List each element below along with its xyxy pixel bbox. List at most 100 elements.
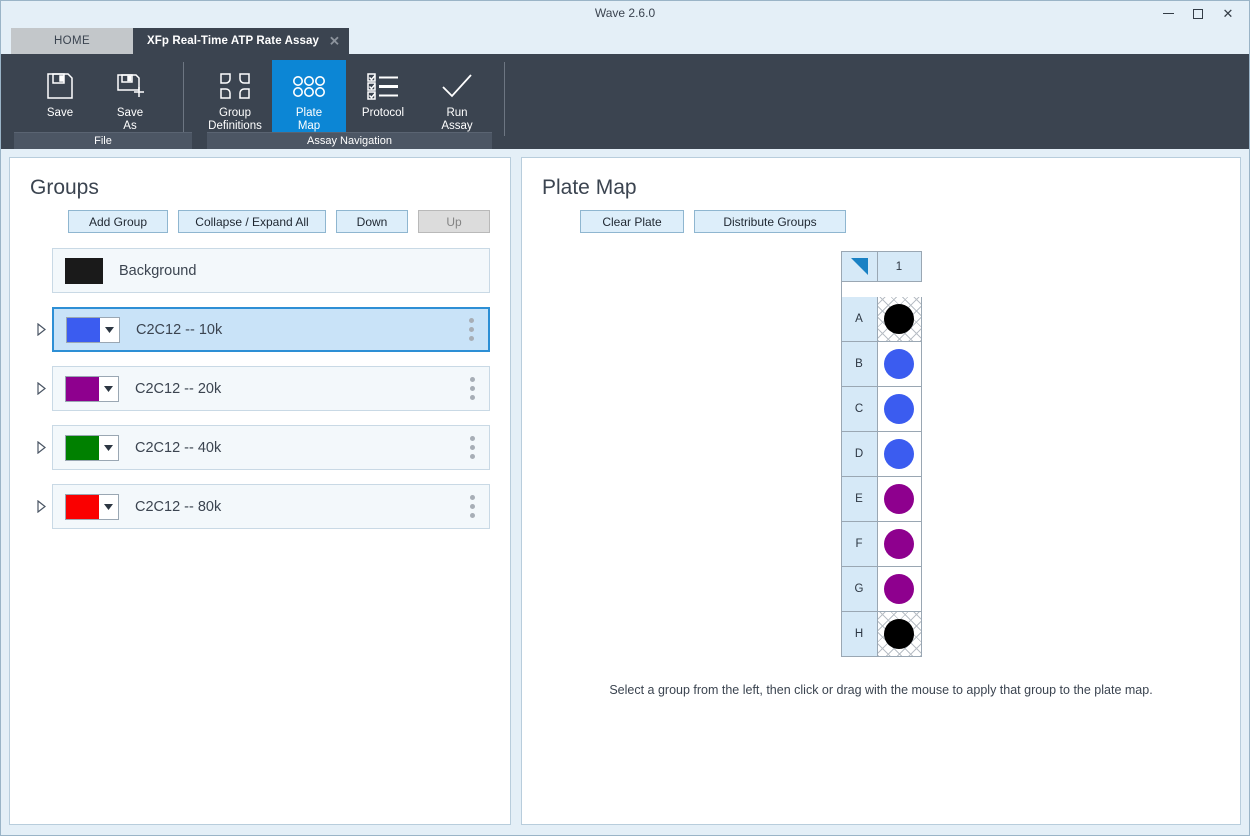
tab-close-icon[interactable]: ✕	[329, 35, 340, 48]
plate-well[interactable]	[878, 342, 922, 387]
group-row-c2c12-10k[interactable]: C2C12 -- 10k	[52, 307, 490, 352]
well-dot	[884, 484, 914, 514]
protocol-icon	[366, 67, 400, 105]
list-item[interactable]: C2C12 -- 40k	[30, 425, 490, 470]
ribbon-button-group-definitions-label: GroupDefinitions	[208, 107, 262, 133]
group-color-swatch	[66, 436, 99, 460]
row-header[interactable]: G	[842, 567, 878, 612]
add-group-button[interactable]: Add Group	[68, 210, 168, 233]
maximize-icon	[1193, 9, 1203, 19]
group-color-picker[interactable]	[65, 494, 119, 520]
application-window: Wave 2.6.0 ✕ HOME XFp Real-Time ATP Rate…	[0, 0, 1250, 836]
row-header[interactable]: E	[842, 477, 878, 522]
group-menu-icon[interactable]	[464, 318, 478, 341]
window-title: Wave 2.6.0	[1, 1, 1249, 26]
column-header[interactable]: 1	[878, 252, 922, 282]
plate-well[interactable]	[878, 567, 922, 612]
plate-map-toolbar: Clear Plate Distribute Groups	[542, 210, 1220, 233]
list-item[interactable]: Background	[30, 248, 490, 293]
well-dot	[884, 394, 914, 424]
tab-home[interactable]: HOME	[11, 28, 133, 54]
collapse-expand-all-button[interactable]: Collapse / Expand All	[178, 210, 326, 233]
row-header[interactable]: H	[842, 612, 878, 657]
title-bar: Wave 2.6.0 ✕	[1, 1, 1249, 26]
ribbon-button-protocol[interactable]: Protocol	[346, 60, 420, 136]
well-dot	[884, 574, 914, 604]
group-color-swatch	[67, 318, 100, 342]
expand-triangle-icon[interactable]	[30, 500, 52, 513]
plate-grid-container: 1ABCDEFGH	[542, 251, 1220, 657]
ribbon-button-save-label: Save	[47, 107, 73, 120]
minimize-button[interactable]	[1153, 1, 1183, 26]
row-header[interactable]: C	[842, 387, 878, 432]
select-all-corner[interactable]	[842, 252, 878, 282]
group-menu-icon[interactable]	[465, 495, 479, 518]
row-header[interactable]: B	[842, 342, 878, 387]
row-header[interactable]: D	[842, 432, 878, 477]
plate-map-panel: Plate Map Clear Plate Distribute Groups …	[521, 157, 1241, 825]
groups-panel: Groups Add Group Collapse / Expand All D…	[9, 157, 511, 825]
plate-well[interactable]	[878, 387, 922, 432]
plate-well[interactable]	[878, 612, 922, 657]
ribbon-button-group-definitions[interactable]: GroupDefinitions	[198, 60, 272, 136]
main-content: Groups Add Group Collapse / Expand All D…	[1, 149, 1249, 835]
ribbon-button-plate-map-label: PlateMap	[296, 107, 322, 133]
save-icon	[44, 67, 76, 105]
distribute-groups-button[interactable]: Distribute Groups	[694, 210, 846, 233]
ribbon-button-save-as[interactable]: SaveAs	[95, 60, 165, 136]
tab-xfp-assay-label: XFp Real-Time ATP Rate Assay	[147, 35, 319, 47]
group-name-label: C2C12 -- 20k	[135, 381, 465, 397]
group-row-c2c12-20k[interactable]: C2C12 -- 20k	[52, 366, 490, 411]
groups-toolbar: Add Group Collapse / Expand All Down Up	[30, 210, 490, 233]
well-dot	[884, 619, 914, 649]
group-row-background[interactable]: Background	[52, 248, 490, 293]
plate-well[interactable]	[878, 432, 922, 477]
group-row-c2c12-40k[interactable]: C2C12 -- 40k	[52, 425, 490, 470]
group-color-swatch	[66, 495, 99, 519]
group-menu-icon[interactable]	[465, 436, 479, 459]
clear-plate-button[interactable]: Clear Plate	[580, 210, 684, 233]
group-color-picker[interactable]	[66, 317, 120, 343]
maximize-button[interactable]	[1183, 1, 1213, 26]
ribbon-separator-2	[504, 62, 505, 136]
group-color-picker[interactable]	[65, 435, 119, 461]
group-name-label: Background	[119, 263, 479, 279]
groups-panel-title: Groups	[30, 176, 490, 200]
close-button[interactable]: ✕	[1213, 1, 1243, 26]
expand-triangle-icon[interactable]	[30, 382, 52, 395]
chevron-down-icon[interactable]	[100, 318, 119, 342]
window-controls: ✕	[1153, 1, 1249, 26]
plate-well[interactable]	[878, 297, 922, 342]
list-item[interactable]: C2C12 -- 20k	[30, 366, 490, 411]
row-header[interactable]: A	[842, 297, 878, 342]
group-name-label: C2C12 -- 40k	[135, 440, 465, 456]
well-dot	[884, 529, 914, 559]
plate-grid: 1ABCDEFGH	[841, 251, 922, 657]
well-dot	[884, 349, 914, 379]
ribbon-button-run-assay[interactable]: RunAssay	[420, 60, 494, 136]
chevron-down-icon[interactable]	[99, 495, 118, 519]
expand-triangle-icon[interactable]	[30, 441, 52, 454]
tab-strip: HOME XFp Real-Time ATP Rate Assay ✕	[1, 26, 1249, 54]
chevron-down-icon[interactable]	[99, 377, 118, 401]
expand-triangle-icon[interactable]	[30, 323, 52, 336]
list-item[interactable]: C2C12 -- 80k	[30, 484, 490, 529]
plate-well[interactable]	[878, 522, 922, 567]
ribbon-group-file: Save SaveAs	[1, 54, 165, 149]
ribbon-button-protocol-label: Protocol	[362, 107, 404, 120]
plate-well[interactable]	[878, 477, 922, 522]
group-menu-icon[interactable]	[465, 377, 479, 400]
group-row-c2c12-80k[interactable]: C2C12 -- 80k	[52, 484, 490, 529]
well-dot	[884, 304, 914, 334]
run-assay-icon	[439, 67, 475, 105]
tab-xfp-assay[interactable]: XFp Real-Time ATP Rate Assay ✕	[133, 28, 349, 54]
move-down-button[interactable]: Down	[336, 210, 408, 233]
group-color-picker[interactable]	[65, 376, 119, 402]
group-list: Background C2C1	[30, 248, 490, 543]
chevron-down-icon[interactable]	[99, 436, 118, 460]
row-header[interactable]: F	[842, 522, 878, 567]
ribbon-button-plate-map[interactable]: PlateMap	[272, 60, 346, 136]
list-item[interactable]: C2C12 -- 10k	[30, 307, 490, 352]
group-definitions-icon	[218, 67, 252, 105]
ribbon-button-save[interactable]: Save	[25, 60, 95, 136]
